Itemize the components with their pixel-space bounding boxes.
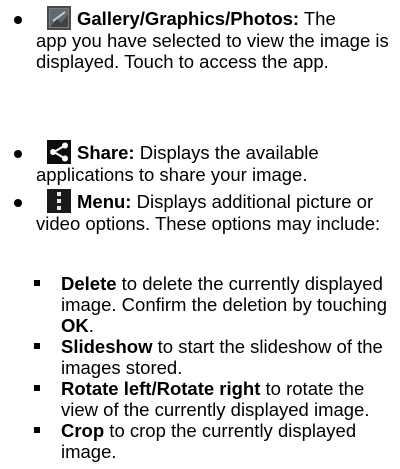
menu-icon <box>47 189 71 213</box>
sub-item-emphasis: OK <box>61 315 89 336</box>
square-bullet <box>34 280 40 286</box>
gallery-icon <box>47 6 71 30</box>
item-text: app you have selected to view the image … <box>36 30 389 72</box>
sub-item-title: Rotate left/Rotate right <box>61 378 261 399</box>
sub-item-text-end: . <box>88 315 94 336</box>
sub-item-title: Slideshow <box>61 336 153 357</box>
square-bullet <box>34 343 40 349</box>
item-title: Gallery/Graphics/Photos: <box>77 8 300 29</box>
bullet-dot <box>14 150 22 158</box>
item-text-first: Displays additional picture or <box>131 191 374 212</box>
square-bullet <box>34 427 40 433</box>
sub-item-title: Crop <box>61 420 105 441</box>
bullet-dot <box>14 199 22 207</box>
item-body: Share: Displays the available applicatio… <box>36 140 400 185</box>
item-text: applications to share your image. <box>36 164 308 185</box>
item-title: Menu: <box>77 191 132 212</box>
item-text-first: Displays the available <box>134 142 319 163</box>
sub-item-slideshow: Slideshow to start the slideshow of the … <box>32 336 396 378</box>
sub-item-crop: Crop to crop the currently displayed ima… <box>32 420 396 462</box>
item-text-first: The <box>299 8 336 29</box>
sub-item-title: Delete <box>61 273 117 294</box>
item-text: video options. These options may include… <box>36 213 381 234</box>
square-bullet <box>34 385 40 391</box>
item-body: Menu: Displays additional picture or vid… <box>36 189 400 234</box>
sub-item-rotate: Rotate left/Rotate right to rotate the v… <box>32 378 396 420</box>
item-body: Gallery/Graphics/Photos: The app you hav… <box>36 6 400 72</box>
share-icon <box>47 140 71 164</box>
sub-item-text: to crop the currently displayed image. <box>61 420 357 462</box>
item-title: Share: <box>77 142 135 163</box>
bullet-dot <box>14 16 22 24</box>
sub-options-list: Delete to delete the currently displayed… <box>32 273 396 462</box>
sub-item-delete: Delete to delete the currently displayed… <box>32 273 396 336</box>
